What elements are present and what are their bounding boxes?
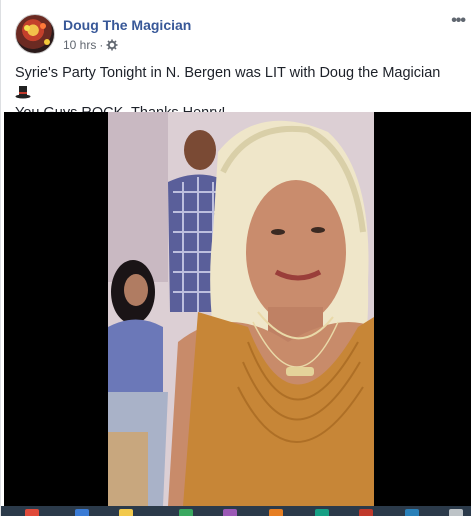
taskbar-app-icon[interactable] xyxy=(315,509,329,516)
taskbar-app-icon[interactable] xyxy=(223,509,237,516)
author-name-link[interactable]: Doug The Magician xyxy=(63,17,191,33)
meta-separator: · xyxy=(99,38,104,52)
video-still-image xyxy=(108,112,374,506)
taskbar-app-icon[interactable] xyxy=(75,509,89,516)
post-timestamp[interactable]: 10 hrs xyxy=(63,38,96,52)
os-taskbar xyxy=(1,506,471,516)
taskbar-app-icon[interactable] xyxy=(179,509,193,516)
facebook-post: Doug The Magician 10 hrs · ••• Syrie's P… xyxy=(0,0,471,516)
taskbar-app-icon[interactable] xyxy=(119,509,133,516)
taskbar-app-icon[interactable] xyxy=(449,509,463,516)
video-frame[interactable] xyxy=(108,112,374,506)
taskbar-app-icon[interactable] xyxy=(359,509,373,516)
taskbar-app-icon[interactable] xyxy=(405,509,419,516)
post-meta: 10 hrs · xyxy=(63,38,118,52)
video-player[interactable] xyxy=(4,112,471,506)
gear-icon[interactable] xyxy=(106,39,118,51)
message-line-1: Syrie's Party Tonight in N. Bergen was L… xyxy=(15,65,441,81)
taskbar-app-icon[interactable] xyxy=(269,509,283,516)
author-avatar[interactable] xyxy=(15,14,55,54)
top-hat-icon xyxy=(15,86,31,99)
taskbar-app-icon[interactable] xyxy=(25,509,39,516)
more-options-button[interactable]: ••• xyxy=(451,12,466,30)
